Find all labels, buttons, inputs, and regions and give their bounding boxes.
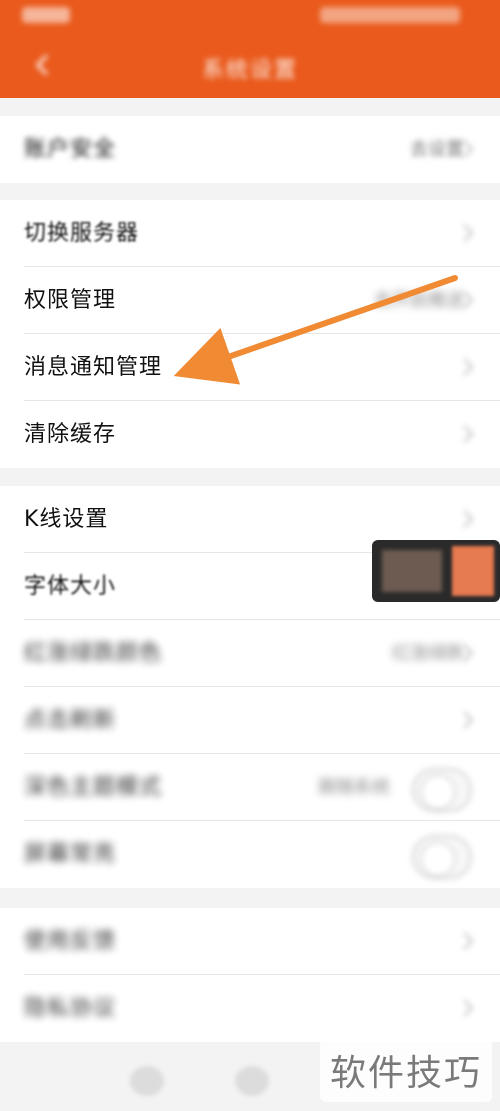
settings-item-value: 红涨绿跌	[392, 643, 464, 664]
settings-item-label: 深色主题模式	[24, 775, 163, 800]
chevron-right-icon	[462, 357, 474, 377]
settings-item-label: 点击刷新	[24, 708, 117, 733]
settings-item-label: K线设置	[24, 507, 109, 532]
settings-item-refresh[interactable]: 点击刷新	[0, 687, 500, 754]
settings-item-privacy[interactable]: 隐私协议	[0, 975, 500, 1042]
settings-item-account-security[interactable]: 账户安全 去设置	[0, 116, 500, 183]
settings-item-switch-server[interactable]: 切换服务器	[0, 200, 500, 267]
settings-item-keep-screen-on[interactable]: 屏幕常亮	[0, 821, 500, 888]
settings-item-label: 字体大小	[24, 574, 117, 599]
settings-item-label: 权限管理	[24, 288, 117, 313]
settings-item-clear-cache[interactable]: 清除缓存	[0, 401, 500, 468]
chevron-right-icon	[462, 139, 474, 159]
settings-item-notification-management[interactable]: 消息通知管理	[0, 334, 500, 401]
watermark: 软件技巧	[319, 1038, 492, 1102]
settings-item-label: 使用反馈	[24, 929, 117, 954]
settings-item-label: 切换服务器	[24, 221, 140, 246]
status-left	[22, 7, 70, 23]
chevron-right-icon	[462, 424, 474, 444]
settings-item-label: 屏幕常亮	[24, 842, 117, 867]
dark-mode-toggle[interactable]	[412, 768, 472, 812]
thumbnail-right	[452, 546, 494, 596]
status-bar	[0, 0, 500, 34]
settings-item-dark-mode[interactable]: 深色主题模式 跟随系统	[0, 754, 500, 821]
settings-item-label: 账户安全	[24, 137, 117, 162]
settings-item-value: 跟随系统	[318, 777, 390, 798]
nav-icon[interactable]	[235, 1066, 269, 1096]
settings-item-color-scheme[interactable]: 红涨绿跌颜色 红涨绿跌	[0, 620, 500, 687]
chevron-right-icon	[462, 710, 474, 730]
chevron-right-icon	[462, 643, 474, 663]
settings-item-label: 红涨绿跌颜色	[24, 641, 163, 666]
chevron-right-icon	[462, 223, 474, 243]
settings-group-system: 切换服务器 权限管理 去开启推送 消息通知管理 清除缓存	[0, 200, 500, 468]
floating-thumbnail[interactable]	[372, 540, 500, 602]
settings-item-value: 去设置	[410, 139, 464, 160]
thumbnail-left	[382, 550, 442, 592]
nav-icon[interactable]	[130, 1066, 164, 1096]
keep-screen-on-toggle[interactable]	[412, 835, 472, 879]
chevron-right-icon	[462, 509, 474, 529]
header: 系统设置	[0, 34, 500, 98]
status-right	[320, 7, 460, 23]
chevron-right-icon	[462, 998, 474, 1018]
chevron-right-icon	[462, 290, 474, 310]
settings-item-permission-management[interactable]: 权限管理 去开启推送	[0, 267, 500, 334]
settings-group-more: 使用反馈 隐私协议	[0, 908, 500, 1042]
settings-item-value: 去开启推送	[374, 290, 464, 311]
settings-item-label: 隐私协议	[24, 996, 117, 1021]
settings-item-label: 清除缓存	[24, 422, 117, 447]
page-title: 系统设置	[201, 58, 298, 83]
settings-item-label: 消息通知管理	[24, 355, 163, 380]
chevron-right-icon	[462, 931, 474, 951]
settings-item-feedback[interactable]: 使用反馈	[0, 908, 500, 975]
settings-group-account: 账户安全 去设置	[0, 116, 500, 183]
